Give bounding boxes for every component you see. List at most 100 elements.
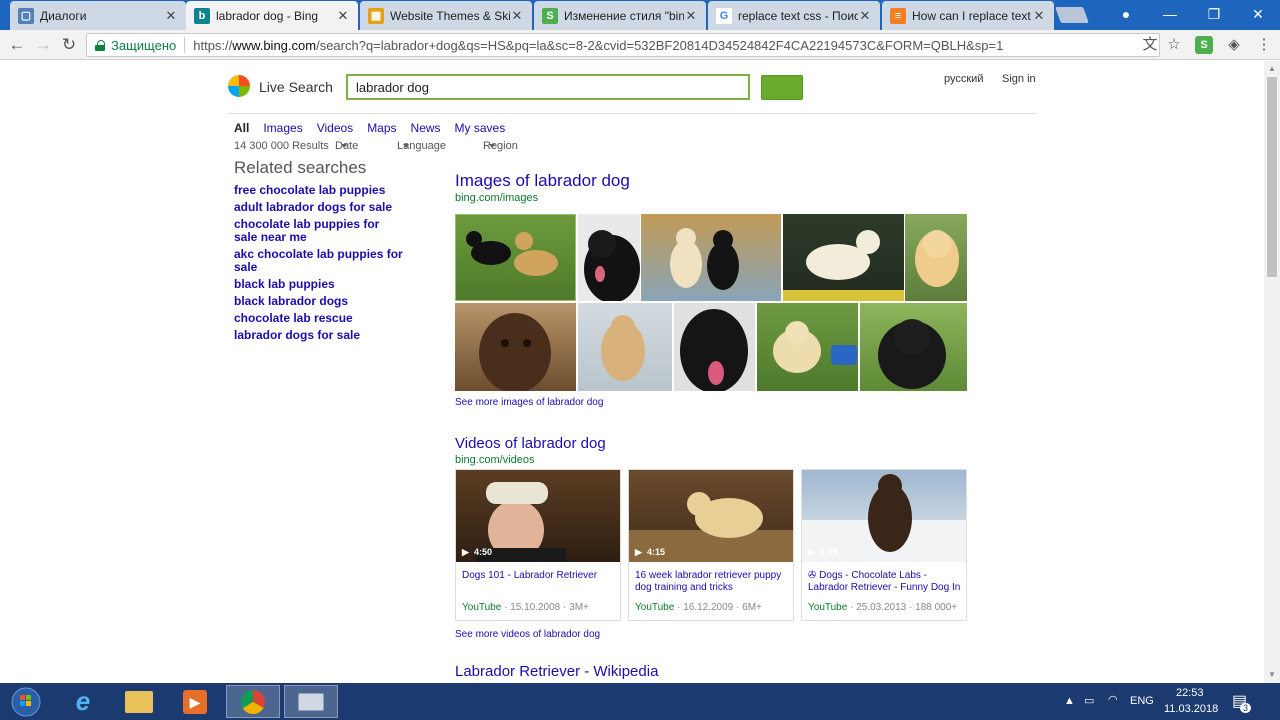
- tab-website-themes[interactable]: ▦ Website Themes & Skins ✕: [360, 1, 532, 30]
- video-thumbnail[interactable]: ▶ 1:09: [802, 470, 966, 562]
- sign-in-link[interactable]: Sign in: [1002, 73, 1036, 85]
- image-thumbnail[interactable]: [578, 214, 640, 301]
- related-search-link[interactable]: adult labrador dogs for sale: [234, 201, 404, 214]
- image-thumbnail[interactable]: [757, 303, 858, 391]
- videos-section-title[interactable]: Videos of labrador dog: [455, 435, 606, 452]
- wifi-icon[interactable]: ◠: [1108, 693, 1118, 706]
- start-button[interactable]: [2, 685, 50, 718]
- tab-images[interactable]: Images: [263, 121, 302, 135]
- forward-button[interactable]: →: [32, 34, 54, 56]
- language-indicator[interactable]: ENG: [1130, 695, 1154, 707]
- stylish-icon: S: [542, 7, 558, 24]
- tab-maps[interactable]: Maps: [367, 121, 396, 135]
- tab-stackoverflow[interactable]: ≡ How can I replace text ✕: [882, 1, 1054, 30]
- scrollbar-thumb[interactable]: [1267, 77, 1277, 277]
- tab-title: Диалоги: [40, 8, 87, 23]
- search-button[interactable]: [761, 75, 803, 100]
- related-search-link[interactable]: free chocolate lab puppies: [234, 184, 404, 197]
- close-icon[interactable]: ✕: [684, 8, 698, 24]
- browser-toolbar: ← → ↻ Защищено https://www.bing.com/sear…: [0, 30, 1280, 60]
- media-player-icon[interactable]: ▶: [168, 685, 222, 718]
- extension-icon[interactable]: ◈: [1225, 36, 1243, 54]
- result-title-link[interactable]: Labrador Retriever - Wikipedia: [455, 663, 658, 680]
- close-window-button[interactable]: ✕: [1236, 0, 1280, 28]
- page-content: Live Search русский Sign in All Images V…: [0, 61, 1264, 683]
- page-scrollbar[interactable]: ▲ ▼: [1264, 61, 1280, 683]
- video-title[interactable]: ✇ Dogs - Chocolate Labs - Labrador Retri…: [808, 570, 962, 596]
- language-filter[interactable]: Language: [397, 140, 446, 152]
- language-link[interactable]: русский: [944, 73, 983, 85]
- notification-badge: 3: [1240, 703, 1252, 713]
- reload-button[interactable]: ↻: [58, 34, 80, 56]
- see-more-images-link[interactable]: See more images of labrador dog: [455, 397, 603, 408]
- related-search-link[interactable]: akc chocolate lab puppies for sale: [234, 248, 404, 274]
- image-thumbnail[interactable]: [455, 303, 576, 391]
- show-hidden-icons[interactable]: ▲: [1064, 695, 1075, 707]
- bookmark-star-icon[interactable]: ☆: [1165, 36, 1183, 54]
- related-search-link[interactable]: labrador dogs for sale: [234, 329, 404, 342]
- scroll-down-icon[interactable]: ▼: [1264, 667, 1280, 683]
- translate-icon[interactable]: 文: [1141, 36, 1159, 54]
- image-thumbnail[interactable]: [578, 303, 672, 391]
- video-card[interactable]: ▶ 1:09 ✇ Dogs - Chocolate Labs - Labrado…: [801, 469, 967, 621]
- related-search-link[interactable]: black labrador dogs: [234, 295, 404, 308]
- video-card[interactable]: ▶ 4:15 16 week labrador retriever puppy …: [628, 469, 794, 621]
- date-filter[interactable]: Date: [335, 140, 358, 152]
- search-input[interactable]: [346, 74, 750, 100]
- windows-logo-icon[interactable]: [228, 75, 250, 97]
- address-bar[interactable]: Защищено https://www.bing.com/search?q=l…: [86, 33, 1160, 57]
- chrome-icon[interactable]: [226, 685, 280, 718]
- related-search-link[interactable]: chocolate lab puppies for sale near me: [234, 218, 404, 244]
- tab-bing[interactable]: b labrador dog - Bing ✕: [186, 1, 358, 30]
- logo-text[interactable]: Live Search: [259, 79, 333, 95]
- tab-videos[interactable]: Videos: [317, 121, 353, 135]
- tab-dialogs[interactable]: ▢ Диалоги ✕: [10, 1, 186, 30]
- image-thumbnail[interactable]: [641, 214, 781, 301]
- close-icon[interactable]: ✕: [858, 8, 872, 24]
- back-button[interactable]: ←: [6, 34, 28, 56]
- lock-icon: [95, 39, 105, 51]
- maximize-button[interactable]: ❐: [1192, 0, 1236, 28]
- image-thumbnail[interactable]: [783, 214, 904, 301]
- clock-date[interactable]: 11.03.2018: [1164, 703, 1218, 715]
- video-thumbnail[interactable]: ▶ 4:15: [629, 470, 793, 562]
- image-thumbnail[interactable]: [905, 214, 967, 301]
- tab-my-saves[interactable]: My saves: [455, 121, 506, 135]
- minimize-button[interactable]: —: [1148, 0, 1192, 28]
- image-thumbnail[interactable]: [860, 303, 967, 391]
- see-more-videos-link[interactable]: See more videos of labrador dog: [455, 629, 600, 640]
- related-search-link[interactable]: chocolate lab rescue: [234, 312, 404, 325]
- clock-time[interactable]: 22:53: [1176, 687, 1204, 699]
- internet-explorer-icon[interactable]: e: [56, 685, 110, 718]
- close-icon[interactable]: ✕: [1032, 8, 1046, 24]
- tab-google-search[interactable]: G replace text css - Поиск ✕: [708, 1, 880, 30]
- profile-icon[interactable]: ●: [1104, 0, 1148, 28]
- related-search-link[interactable]: black lab puppies: [234, 278, 404, 291]
- battery-icon[interactable]: ▭: [1084, 694, 1094, 707]
- close-icon[interactable]: ✕: [336, 8, 350, 24]
- file-explorer-icon[interactable]: [112, 685, 166, 718]
- close-icon[interactable]: ✕: [510, 8, 524, 24]
- video-thumbnail[interactable]: ▶ 4:50: [456, 470, 620, 562]
- video-duration: ▶ 4:15: [635, 547, 665, 557]
- video-card[interactable]: ▶ 4:50 Dogs 101 - Labrador Retriever You…: [455, 469, 621, 621]
- new-tab-button[interactable]: [1055, 7, 1089, 23]
- video-title[interactable]: Dogs 101 - Labrador Retriever: [462, 570, 616, 596]
- tab-news[interactable]: News: [411, 121, 441, 135]
- tab-all[interactable]: All: [234, 121, 249, 135]
- region-filter[interactable]: Region: [483, 140, 518, 152]
- menu-icon[interactable]: ⋮: [1255, 36, 1273, 54]
- images-section-title[interactable]: Images of labrador dog: [455, 171, 630, 191]
- image-thumbnail[interactable]: [455, 214, 576, 301]
- stylish-extension-icon[interactable]: S: [1195, 36, 1213, 54]
- video-title[interactable]: 16 week labrador retriever puppy dog tra…: [635, 570, 789, 596]
- url-text: https://www.bing.com/search?q=labrador+d…: [193, 38, 1003, 53]
- close-icon[interactable]: ✕: [164, 8, 178, 24]
- duration-text: 4:15: [646, 547, 665, 557]
- related-searches-title: Related searches: [234, 158, 367, 177]
- keyboard-app-icon[interactable]: [284, 685, 338, 718]
- image-thumbnail[interactable]: [674, 303, 755, 391]
- scroll-up-icon[interactable]: ▲: [1264, 61, 1280, 77]
- related-searches-list: free chocolate lab puppies adult labrado…: [234, 184, 404, 346]
- tab-stylish[interactable]: S Изменение стиля "bing ✕: [534, 1, 706, 30]
